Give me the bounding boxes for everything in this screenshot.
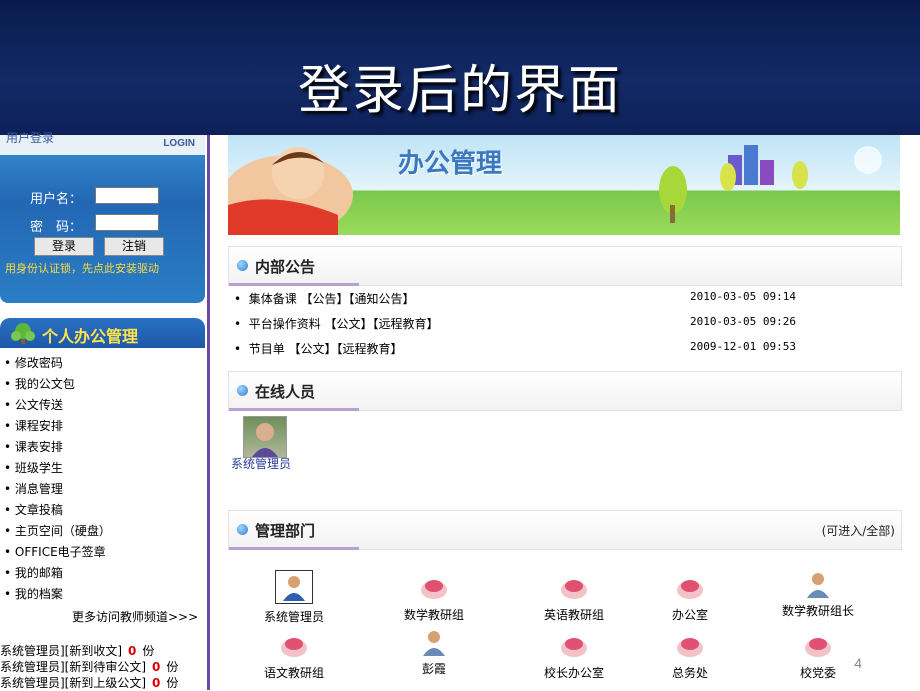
group-icon bbox=[561, 638, 587, 657]
menu-item[interactable]: • 消息管理 bbox=[4, 479, 204, 500]
group-icon bbox=[805, 638, 831, 657]
password-input[interactable] bbox=[95, 214, 159, 231]
dept-item[interactable]: 彭霞 bbox=[374, 628, 494, 677]
group-icon bbox=[421, 580, 447, 599]
more-teacher-channel-link[interactable]: 更多访问教师频道>>> bbox=[72, 608, 198, 625]
user-photo-icon bbox=[252, 423, 278, 457]
menu-item[interactable]: • 我的档案 bbox=[4, 584, 204, 605]
group-icon bbox=[561, 580, 587, 599]
column-divider bbox=[207, 135, 210, 690]
departments-title: 管理部门 bbox=[255, 522, 316, 540]
dept-item[interactable]: 语文教研组 bbox=[234, 632, 354, 681]
tree-icon bbox=[11, 323, 35, 344]
dept-item[interactable]: 数学教研组 bbox=[374, 574, 494, 623]
bullet-icon bbox=[237, 385, 248, 396]
online-header: 在线人员 bbox=[228, 371, 902, 411]
bullet-icon bbox=[237, 260, 248, 271]
login-header: 用户登录 LOGIN bbox=[0, 131, 205, 155]
notice-item[interactable]: • 集体备课 【公告】【通知公告】 2010-03-05 09:14 bbox=[234, 290, 814, 307]
menu-item[interactable]: • 我的邮箱 bbox=[4, 563, 204, 584]
notices-title: 内部公告 bbox=[255, 258, 316, 276]
departments-hint: (可进入/全部) bbox=[821, 524, 895, 538]
personal-menu: • 修改密码 • 我的公文包 • 公文传送 • 课程安排 • 课表安排 • 班级… bbox=[4, 353, 204, 605]
group-icon bbox=[677, 638, 703, 657]
menu-item[interactable]: • 我的公文包 bbox=[4, 374, 204, 395]
online-user-name[interactable]: 系统管理员 bbox=[231, 455, 291, 472]
login-header-tag: LOGIN bbox=[163, 138, 195, 149]
group-icon bbox=[677, 580, 703, 599]
menu-item[interactable]: • 课表安排 bbox=[4, 437, 204, 458]
logout-button[interactable]: 注销 bbox=[104, 237, 164, 256]
stat-pending-review[interactable]: 系统管理员][新到待审公文] 0 份 bbox=[0, 658, 178, 675]
menu-item[interactable]: • 课程安排 bbox=[4, 416, 204, 437]
menu-item[interactable]: • OFFICE电子签章 bbox=[4, 542, 204, 563]
user-avatar[interactable] bbox=[243, 416, 287, 458]
header-underline bbox=[229, 547, 359, 550]
banner-illustration bbox=[228, 145, 882, 235]
menu-item[interactable]: • 班级学生 bbox=[4, 458, 204, 479]
login-header-label: 用户登录 bbox=[6, 131, 55, 145]
banner-title: 办公管理 bbox=[398, 149, 503, 179]
dept-item[interactable]: 数学教研组长 bbox=[758, 570, 878, 619]
bullet-icon bbox=[237, 524, 248, 535]
departments-header: 管理部门 (可进入/全部) bbox=[228, 510, 902, 550]
notices-header: 内部公告 bbox=[228, 246, 902, 286]
personal-office-header: 个人办公管理 bbox=[0, 318, 205, 348]
notice-item[interactable]: • 节目单 【公文】【远程教育】 2009-12-01 09:53 bbox=[234, 340, 814, 357]
header-underline bbox=[229, 408, 359, 411]
user-icon bbox=[423, 631, 445, 656]
menu-item[interactable]: • 文章投稿 bbox=[4, 500, 204, 521]
header-underline bbox=[229, 283, 359, 286]
notice-item[interactable]: • 平台操作资料 【公文】【远程教育】 2010-03-05 09:26 bbox=[234, 315, 814, 332]
group-icon bbox=[281, 638, 307, 657]
dept-item[interactable]: 总务处 bbox=[630, 632, 750, 681]
username-input[interactable] bbox=[95, 187, 159, 204]
page-number: 4 bbox=[854, 655, 862, 671]
slide-title: 登录后的界面 bbox=[297, 61, 622, 121]
user-icon bbox=[275, 570, 313, 604]
online-title: 在线人员 bbox=[255, 383, 316, 401]
dept-item[interactable]: 系统管理员 bbox=[234, 570, 354, 625]
menu-item[interactable]: • 主页空间（硬盘） bbox=[4, 521, 204, 542]
dept-item[interactable]: 校长办公室 bbox=[514, 632, 634, 681]
login-panel: 用户登录 LOGIN 用户名： 密 码： 登录 注销 用身份认证锁，先点此安装驱… bbox=[0, 131, 205, 303]
user-icon bbox=[807, 573, 829, 598]
password-label: 密 码： bbox=[30, 220, 83, 235]
login-button[interactable]: 登录 bbox=[34, 237, 94, 256]
personal-office-title: 个人办公管理 bbox=[42, 327, 139, 346]
dept-item[interactable]: 英语教研组 bbox=[514, 574, 634, 623]
office-banner: 办公管理 bbox=[228, 135, 900, 235]
username-label: 用户名： bbox=[30, 192, 83, 207]
menu-item[interactable]: • 公文传送 bbox=[4, 395, 204, 416]
stat-new-received[interactable]: 系统管理员][新到收文] 0 份 bbox=[0, 642, 154, 659]
dept-item[interactable]: 办公室 bbox=[630, 574, 750, 623]
menu-item[interactable]: • 修改密码 bbox=[4, 353, 204, 374]
driver-install-link[interactable]: 用身份认证锁，先点此安装驱动 bbox=[5, 260, 159, 276]
stat-superior-docs[interactable]: 系统管理员][新到上级公文] 0 份 bbox=[0, 674, 178, 691]
